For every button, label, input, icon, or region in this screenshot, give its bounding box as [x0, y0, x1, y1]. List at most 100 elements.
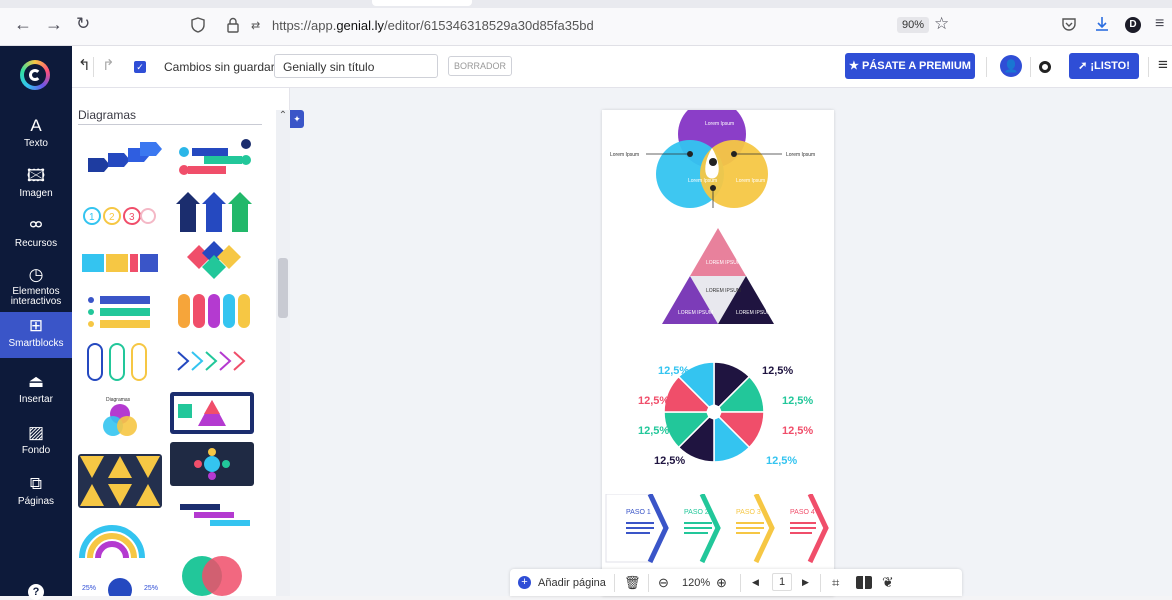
step-label: PASO 2	[684, 509, 709, 516]
shield-icon[interactable]	[190, 17, 206, 33]
wheel-label: 12,5%	[658, 365, 689, 377]
active-tab[interactable]	[372, 0, 472, 6]
profile-avatar[interactable]: D	[1125, 17, 1141, 33]
scrollbar-thumb[interactable]	[278, 258, 288, 318]
sidebar-item-pages[interactable]: ⧉ Páginas	[0, 474, 72, 514]
pocket-icon[interactable]	[1061, 17, 1077, 31]
rocket-icon: ➚	[1078, 60, 1091, 72]
diagram-thumbnail[interactable]	[176, 138, 252, 178]
genially-logo[interactable]	[20, 60, 50, 90]
zoom-indicator[interactable]: 90%	[897, 17, 930, 33]
add-page-button[interactable]: Añadir página	[538, 577, 606, 589]
permissions-icon[interactable]: ⇄	[251, 19, 260, 32]
preview-eye-icon[interactable]	[1039, 61, 1051, 73]
star-icon: ★	[849, 60, 862, 72]
step-label: PASO 1	[626, 509, 651, 516]
venn-label-side-right: Lorem Ipsum	[786, 152, 815, 158]
venn-diagram[interactable]: Lorem Ipsum Lorem Ipsum Lorem Ipsum Lore…	[602, 110, 834, 222]
grid-icon[interactable]: ⌗	[832, 575, 839, 591]
prev-page-icon[interactable]: ◀	[752, 577, 759, 588]
menu-icon[interactable]: ≡	[1155, 15, 1164, 33]
diagram-thumbnail[interactable]: Diagramas	[78, 392, 162, 442]
options-menu-icon[interactable]: ≡	[1158, 55, 1168, 75]
sidebar-item-insert[interactable]: ⏏ Insertar	[0, 372, 72, 412]
draft-badge: BORRADOR	[448, 56, 512, 76]
wheel-label: 12,5%	[762, 365, 793, 377]
diagram-thumbnail[interactable]	[170, 392, 254, 434]
svg-text:25%: 25%	[144, 585, 158, 592]
go-premium-button[interactable]: ★ PÁSATE A PREMIUM	[845, 53, 975, 79]
sidebar-item-background[interactable]: ▨ Fondo	[0, 423, 72, 463]
add-collaborator-icon[interactable]: 👤	[1000, 55, 1022, 77]
percentage-wheel[interactable]: 12,5% 12,5% 12,5% 12,5% 12,5% 12,5% 12,5…	[622, 358, 822, 470]
venn-label-left: Lorem Ipsum	[688, 178, 717, 184]
diagram-thumbnail[interactable]	[176, 190, 252, 234]
sidebar-item-resources[interactable]: ᢁ Recursos	[0, 216, 72, 256]
background-icon: ▨	[27, 423, 45, 442]
scroll-up-icon[interactable]: ⌃	[276, 110, 290, 126]
diagram-thumbnail[interactable]	[184, 240, 244, 280]
diagram-thumbnail[interactable]	[82, 248, 158, 278]
triangle-label-top: LOREM IPSUM	[706, 260, 741, 266]
svg-text:2: 2	[109, 212, 115, 223]
trash-icon[interactable]: 🗑	[624, 575, 641, 591]
page-number[interactable]: 1	[772, 573, 792, 591]
reload-icon[interactable]: ↻	[76, 15, 90, 33]
diagram-thumbnail[interactable]: 25% 25%	[78, 568, 162, 596]
pin-icon[interactable]: ✦	[290, 110, 304, 128]
diagram-thumbnail[interactable]: 1 2 3	[82, 196, 158, 236]
svg-text:1: 1	[89, 212, 95, 223]
venn-label-side-left: Lorem Ipsum	[610, 152, 639, 158]
diagram-thumbnail[interactable]	[86, 342, 150, 382]
svg-text:Diagramas: Diagramas	[106, 397, 131, 403]
diagram-thumbnail[interactable]	[86, 138, 162, 178]
triangle-label-mid: LOREM IPSUM	[706, 288, 741, 294]
sidebar-item-interactive[interactable]: ◷ Elementos interactivos	[0, 265, 72, 309]
download-icon[interactable]	[1094, 15, 1110, 33]
interactive-icon: ◷	[28, 265, 44, 284]
zoom-out-icon[interactable]: ⊖	[658, 575, 669, 591]
wheel-label: 12,5%	[638, 425, 669, 437]
redo-icon[interactable]: ↱	[102, 56, 115, 74]
zoom-in-icon[interactable]: ⊕	[716, 575, 727, 591]
title-input[interactable]: Genially sin título	[274, 54, 438, 78]
bookmark-star-icon[interactable]: ☆	[934, 15, 949, 33]
undo-icon[interactable]: ↰	[78, 56, 91, 74]
svg-text:3: 3	[129, 212, 135, 223]
sidebar-item-image[interactable]: 🖾 Imagen	[0, 166, 72, 206]
genially-page[interactable]: Lorem Ipsum Lorem Ipsum Lorem Ipsum Lore…	[602, 110, 834, 596]
tab-strip	[0, 0, 1172, 8]
shapes-icon[interactable]: ❦	[882, 574, 894, 591]
sidebar-item-smartblocks[interactable]: ⊞ Smartblocks	[0, 312, 72, 358]
diagram-thumbnail[interactable]	[170, 546, 254, 596]
triangle-diagram[interactable]: LOREM IPSUM LOREM IPSUM LOREM IPSUM LORE…	[660, 228, 776, 326]
diagram-thumbnail[interactable]	[170, 490, 254, 534]
zoom-level: 120%	[682, 577, 711, 589]
panel-scrollbar[interactable]	[276, 110, 290, 596]
add-page-icon[interactable]: +	[518, 576, 531, 589]
steps-diagram[interactable]: PASO 1 PASO 2 PASO 3 PASO 4	[602, 494, 834, 564]
url-field[interactable]: https://app.genial.ly/editor/61534631852…	[272, 18, 594, 33]
sidebar-item-text[interactable]: A Texto	[0, 116, 72, 156]
forward-icon[interactable]: →	[45, 15, 63, 33]
step-label: PASO 3	[736, 509, 761, 516]
diagram-thumbnail[interactable]	[176, 290, 252, 330]
diagram-thumbnail[interactable]	[78, 454, 162, 508]
wheel-label: 12,5%	[766, 455, 797, 467]
diagram-thumbnail[interactable]	[170, 442, 254, 486]
next-page-icon[interactable]: ▶	[802, 577, 809, 588]
layout-icon[interactable]	[856, 576, 872, 589]
diagram-thumbnail[interactable]	[176, 348, 252, 374]
triangle-label-right: LOREM IPSUM	[736, 310, 771, 316]
diagram-thumbnail[interactable]	[78, 520, 162, 560]
diagram-thumbnail[interactable]	[86, 294, 150, 330]
help-icon[interactable]: ?	[28, 584, 44, 600]
ready-button[interactable]: ➚ ¡LISTO!	[1069, 53, 1139, 79]
wheel-label: 12,5%	[638, 395, 669, 407]
browser-chrome: ← → ↻ ⇄ https://app.genial.ly/editor/615…	[0, 0, 1172, 46]
back-icon[interactable]: ←	[14, 15, 32, 33]
wheel-label: 12,5%	[782, 425, 813, 437]
panel-title: Diagramas	[78, 108, 137, 122]
save-status: Cambios sin guardar	[164, 60, 275, 74]
lock-icon[interactable]	[227, 17, 239, 33]
